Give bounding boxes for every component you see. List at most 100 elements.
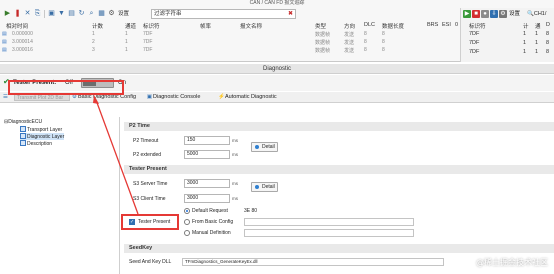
panel-gear-icon[interactable]: ⚙ (499, 10, 507, 18)
p2-timeout-label: P2 Timeout (133, 138, 159, 144)
filter-input[interactable]: 过滤字符串 ✖ (151, 9, 296, 19)
can-toolbar: ▶ ❚ ✕ ⎘ ▣ ▼ ▤ ↻ ⌕ ▦ ⚙ 设置 过滤字符串 ✖ (0, 8, 460, 21)
export-icon[interactable]: ⇩ (490, 10, 498, 18)
col-header[interactable]: 报文名称 (240, 22, 262, 30)
seedkey-dll-label: Seed And Key DLL (129, 259, 172, 265)
chart-icon[interactable]: ▤ (67, 9, 76, 18)
basic-config-field[interactable] (244, 218, 414, 226)
col-header[interactable]: 通道 (125, 22, 136, 30)
panel-col-header[interactable]: 计 (523, 22, 529, 30)
col-header[interactable]: 计数 (92, 22, 103, 30)
col-header[interactable]: ESI (442, 22, 451, 28)
save-icon[interactable]: ▣ (47, 9, 56, 18)
manual-definition-field[interactable] (244, 229, 414, 237)
cell-time: 3.000014 (12, 39, 33, 45)
col-header[interactable]: 帧率 (200, 22, 211, 30)
cell-time: 3.000016 (12, 47, 33, 53)
panel-cell-channel: 1 (535, 31, 539, 37)
p2-timeout-unit: ms (232, 138, 238, 143)
col-header[interactable]: 方向 (344, 22, 355, 30)
tab-label: Diagnostic Console (153, 94, 201, 100)
start-icon[interactable]: ▶ (463, 10, 471, 18)
tree-item-diagnostic-layer[interactable]: Diagnostic Layer (20, 133, 65, 140)
pause-icon[interactable]: ❚ (13, 9, 22, 18)
table-row[interactable]: ▤ 3.000016 3 1 7DF 数据帧 发送 8 8 (0, 47, 460, 54)
tab-diagnostic-console[interactable]: ▣Diagnostic Console (146, 93, 201, 102)
col-header[interactable]: 0 (455, 22, 458, 28)
panel-channel-select[interactable]: 🔍CH1/ (527, 10, 546, 18)
panel-col-header[interactable]: 通 (535, 22, 541, 30)
filter-icon[interactable]: ▼ (57, 9, 66, 18)
p2-detail-button[interactable]: Detail (251, 142, 278, 152)
col-header[interactable]: 数据长度 (382, 22, 404, 30)
cell-dlc: 8 (364, 47, 367, 53)
col-header[interactable]: BRS (427, 22, 438, 28)
cell-time: 0.000000 (12, 31, 33, 37)
radio-from-basic-config[interactable] (184, 219, 190, 225)
grid-icon[interactable]: ▦ (97, 9, 106, 18)
s3-client-input[interactable]: 3000 (184, 194, 230, 203)
panel-row[interactable]: 7DF 1 1 8 (461, 49, 554, 57)
panel-row[interactable]: 7DF 1 1 8 (461, 40, 554, 48)
refresh-icon[interactable]: ↻ (77, 9, 86, 18)
p2-time-header: P2 Time (124, 122, 554, 131)
cell-len: 8 (382, 31, 385, 37)
radio-default-request[interactable] (184, 208, 190, 214)
p2-timeout-input[interactable]: 150 (184, 136, 230, 145)
tree-item-transport[interactable]: Transport Layer (20, 126, 62, 133)
cell-type: 数据帧 (315, 40, 331, 46)
s3-server-label: S3 Server Time (133, 181, 168, 187)
panel-col-header[interactable]: 标识符 (469, 22, 486, 30)
p2-extended-input[interactable]: 5000 (184, 150, 230, 159)
panel-cell-channel: 1 (535, 40, 539, 46)
toolbar-divider (44, 10, 45, 18)
tree-root[interactable]: ⊟DiagnosticECU (4, 119, 42, 126)
cell-count: 1 (92, 31, 95, 37)
copy-icon[interactable]: ⎘ (33, 9, 42, 18)
p2-extended-unit: ms (232, 152, 238, 157)
panel-settings-button[interactable]: 设置 (509, 10, 520, 18)
table-row[interactable]: ▤ 3.000014 2 1 7DF 数据帧 发送 8 8 (0, 39, 460, 46)
can-window-title: CAN / CAN FD 报文追踪 (249, 0, 305, 6)
panel-cell-dlc: 8 (546, 40, 550, 46)
col-header[interactable]: DLC (364, 22, 375, 28)
tab-label: Automatic Diagnostic (225, 94, 277, 100)
search-icon[interactable]: ⌕ (87, 9, 96, 18)
cell-len: 8 (382, 39, 385, 45)
s3-server-input[interactable]: 3000 (184, 179, 230, 188)
s3-client-unit: ms (232, 196, 238, 201)
cell-dir: 发送 (344, 32, 355, 38)
diagnostic-title: Diagnostic (0, 64, 554, 74)
panel-cell-count: 1 (523, 49, 527, 55)
panel-col-header[interactable]: D (546, 22, 550, 28)
gear-icon[interactable]: ⚙ (107, 9, 116, 18)
radio-manual-definition[interactable] (184, 230, 190, 236)
panel-row[interactable]: 7DF 1 1 8 (461, 31, 554, 39)
panel-cell-count: 1 (523, 40, 527, 46)
cell-len: 8 (382, 47, 385, 53)
col-header[interactable]: 标识符 (143, 22, 160, 30)
radio-from-basic-config-label: From Basic Config (192, 219, 234, 225)
row-icon: ▤ (2, 39, 7, 45)
seedkey-dll-input[interactable]: TFmDiagnostics_GenerateKeyEx.dll (182, 258, 444, 266)
col-header[interactable]: 相对时间 (6, 22, 28, 30)
s3-detail-button[interactable]: Detail (251, 182, 278, 192)
clear-icon[interactable]: ✕ (23, 9, 32, 18)
table-row[interactable]: ▤ 0.000000 1 1 7DF 数据帧 发送 8 8 (0, 31, 460, 38)
tab-automatic-diagnostic[interactable]: ⚡Automatic Diagnostic (218, 93, 277, 102)
col-header[interactable]: 类型 (315, 22, 326, 30)
can-settings-button[interactable]: 设置 (118, 9, 148, 19)
cell-id: 7DF (143, 39, 153, 45)
seedkey-header: SeedKey (124, 244, 554, 253)
right-trace-panel: ▶ ■ ● ⇩ ⚙ 设置 🔍CH1/ 标识符 计 通 D 7DF 1 1 8 7… (460, 8, 554, 62)
s3-server-unit: ms (232, 181, 238, 186)
play-icon[interactable]: ▶ (3, 9, 12, 18)
layer-icon (20, 133, 26, 139)
can-trace-window: CAN / CAN FD 报文追踪 ▶ ❚ ✕ ⎘ ▣ ▼ ▤ ↻ ⌕ ▦ ⚙ … (0, 0, 554, 62)
record-icon[interactable]: ● (481, 10, 489, 18)
auto-icon: ⚡ (218, 94, 225, 100)
stop-icon[interactable]: ■ (472, 10, 480, 18)
cell-dir: 发送 (344, 40, 355, 46)
tree-item-description[interactable]: Description (20, 140, 52, 147)
clear-filter-icon[interactable]: ✖ (288, 10, 293, 18)
